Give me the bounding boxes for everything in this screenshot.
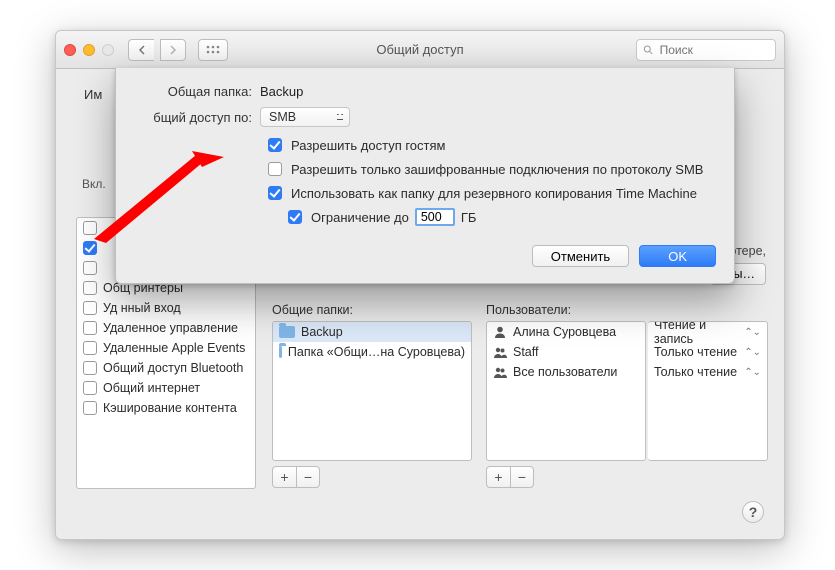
service-checkbox[interactable]	[83, 321, 97, 335]
permission-label: Чтение и запись	[654, 321, 740, 346]
users-plusminus: + −	[486, 466, 534, 488]
service-row[interactable]: Удаленные Apple Events	[77, 338, 255, 358]
search-field[interactable]	[636, 39, 776, 61]
user-row[interactable]: Алина Суровцева	[487, 322, 645, 342]
forward-button[interactable]	[160, 39, 186, 61]
permission-row[interactable]: Чтение и запись⌃⌄	[648, 322, 767, 342]
service-checkbox[interactable]	[83, 381, 97, 395]
folder-row[interactable]: Папка «Общи…на Суровцева)	[273, 342, 471, 362]
group-icon	[493, 345, 507, 359]
permission-row[interactable]: Только чтение ⌃⌄	[648, 342, 767, 362]
service-label: Уд нный вход	[103, 301, 181, 315]
folder-icon	[279, 346, 282, 358]
service-checkbox[interactable]	[83, 361, 97, 375]
time-machine-label[interactable]: Использовать как папку для резервного ко…	[291, 186, 697, 201]
service-checkbox[interactable]	[83, 301, 97, 315]
service-checkbox[interactable]	[83, 241, 97, 255]
search-input[interactable]	[658, 42, 769, 58]
user-row[interactable]: Все пользователи	[487, 362, 645, 382]
service-label: Кэширование контента	[103, 401, 237, 415]
user-row[interactable]: Staff	[487, 342, 645, 362]
service-label: Общий интернет	[103, 381, 200, 395]
traffic-lights	[64, 44, 114, 56]
group-icon	[493, 365, 507, 379]
users-list[interactable]: Алина Суровцева Staff Все пользователи	[486, 321, 646, 461]
service-checkbox[interactable]	[83, 261, 97, 275]
folder-options-sheet: Общая папка: Backup бщий доступ по: SMB …	[115, 68, 735, 284]
user-name: Все пользователи	[513, 365, 617, 379]
minimize-icon[interactable]	[83, 44, 95, 56]
stepper-icon: ⌃⌄	[744, 347, 761, 358]
users-label: Пользователи:	[486, 303, 571, 317]
stepper-icon: ⌃⌄	[744, 367, 761, 378]
service-row[interactable]: Уд нный вход	[77, 298, 255, 318]
folders-plusminus: + −	[272, 466, 320, 488]
permission-label: Только чтение	[654, 365, 737, 379]
back-button[interactable]	[128, 39, 154, 61]
window-toolbar: Общий доступ	[56, 31, 784, 69]
close-icon[interactable]	[64, 44, 76, 56]
smb-encrypted-label[interactable]: Разрешить только зашифрованные подключен…	[291, 162, 703, 177]
service-label: Общий доступ Bluetooth	[103, 361, 243, 375]
permission-row[interactable]: Только чтение ⌃⌄	[648, 362, 767, 382]
limit-label-prefix[interactable]: Ограничение до	[311, 210, 409, 225]
remove-user-button[interactable]: −	[510, 466, 534, 488]
add-folder-button[interactable]: +	[272, 466, 296, 488]
service-row[interactable]: Общий интернет	[77, 378, 255, 398]
shared-folders-label: Общие папки:	[272, 303, 353, 317]
show-all-button[interactable]	[198, 39, 228, 61]
sheet-folder-value: Backup	[260, 84, 303, 99]
allow-guests-checkbox[interactable]	[268, 138, 282, 152]
limit-input[interactable]	[415, 208, 455, 226]
permissions-list[interactable]: Чтение и запись⌃⌄Только чтение⌃⌄Только ч…	[648, 321, 768, 461]
limit-checkbox[interactable]	[288, 210, 302, 224]
search-icon	[643, 44, 654, 56]
service-row[interactable]: Удаленное управление	[77, 318, 255, 338]
service-row[interactable]: Кэширование контента	[77, 398, 255, 418]
service-checkbox[interactable]	[83, 401, 97, 415]
zoom-icon	[102, 44, 114, 56]
limit-label-suffix: ГБ	[461, 210, 477, 225]
user-name: Staff	[513, 345, 538, 359]
user-icon	[493, 325, 507, 339]
services-on-header: Вкл.	[82, 177, 106, 191]
remove-folder-button[interactable]: −	[296, 466, 320, 488]
shared-folders-list[interactable]: Backup Папка «Общи…на Суровцева)	[272, 321, 472, 461]
allow-guests-label[interactable]: Разрешить доступ гостям	[291, 138, 445, 153]
folder-name: Папка «Общи…на Суровцева)	[288, 345, 465, 359]
stepper-icon: ⌃⌄	[744, 327, 761, 338]
computer-name-label-fragment: Им	[84, 87, 102, 102]
permission-label: Только чтение	[654, 345, 737, 359]
ok-button[interactable]: OK	[639, 245, 716, 267]
sheet-folder-label: Общая папка:	[134, 84, 252, 99]
time-machine-checkbox[interactable]	[268, 186, 282, 200]
folder-name: Backup	[301, 325, 343, 339]
folder-row[interactable]: Backup	[273, 322, 471, 342]
help-button[interactable]: ?	[742, 501, 764, 523]
folder-icon	[279, 326, 295, 338]
service-label: Удаленные Apple Events	[103, 341, 245, 355]
user-name: Алина Суровцева	[513, 325, 616, 339]
service-checkbox[interactable]	[83, 221, 97, 235]
sheet-via-label: бщий доступ по:	[134, 110, 252, 125]
service-checkbox[interactable]	[83, 341, 97, 355]
service-row[interactable]: Общий доступ Bluetooth	[77, 358, 255, 378]
add-user-button[interactable]: +	[486, 466, 510, 488]
protocol-popup[interactable]: SMB	[260, 107, 350, 127]
cancel-button[interactable]: Отменить	[532, 245, 629, 267]
service-checkbox[interactable]	[83, 281, 97, 295]
service-label: Удаленное управление	[103, 321, 238, 335]
smb-encrypted-checkbox[interactable]	[268, 162, 282, 176]
